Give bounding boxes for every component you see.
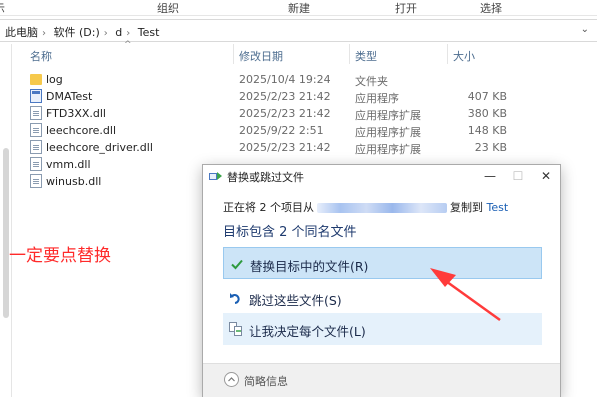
dialog-title: 替换或跳过文件 — [227, 171, 304, 184]
breadcrumb-this-pc[interactable]: 此电脑 — [5, 26, 38, 39]
column-header-type[interactable]: 类型 — [355, 48, 377, 64]
file-date: 2025/2/23 21:42 — [239, 90, 331, 103]
column-header-size[interactable]: 大小 — [453, 48, 475, 64]
skip-icon — [230, 293, 240, 304]
column-header-name[interactable]: 名称 — [30, 48, 52, 64]
skip-files-option[interactable]: 跳过这些文件(S) — [223, 282, 542, 314]
file-size: 380 KB — [467, 107, 507, 120]
file-type: 文件夹 — [355, 75, 388, 88]
dll-file-icon — [30, 106, 42, 120]
ribbon-group-open[interactable]: 打开 — [395, 0, 417, 16]
ribbon-group-new[interactable]: 新建 — [288, 0, 310, 16]
maximize-button[interactable]: ☐ — [504, 167, 532, 185]
dll-file-icon — [30, 174, 42, 188]
column-header-date[interactable]: 修改日期 — [239, 48, 283, 64]
ribbon-group-organize[interactable]: 组织 — [157, 0, 179, 16]
fewer-details-link[interactable]: 简略信息 — [244, 373, 288, 389]
dll-file-icon — [30, 157, 42, 171]
decide-each-file-option[interactable]: 让我决定每个文件(L) — [223, 313, 542, 345]
file-date: 2025/10/4 19:24 — [239, 73, 331, 86]
file-type: 应用程序扩展 — [355, 109, 421, 122]
file-size: 148 KB — [467, 124, 507, 137]
replace-files-option[interactable]: 替换目标中的文件(R) — [223, 247, 542, 279]
copy-progress-text: 正在将 2 个项目从 复制到 Test — [223, 199, 508, 215]
file-name: winusb.dll — [46, 175, 102, 188]
dll-file-icon — [30, 140, 42, 154]
breadcrumb: 此电脑 › 软件 (D:) › d › Test — [5, 24, 163, 40]
folder-icon — [30, 74, 42, 85]
sort-ascending-icon: ^ — [124, 40, 132, 50]
progress-prefix: 正在将 2 个项目从 — [223, 201, 314, 214]
file-size: 407 KB — [467, 90, 507, 103]
dll-file-icon — [30, 123, 42, 137]
file-date: 2025/2/23 21:42 — [239, 141, 331, 154]
close-button[interactable]: ✕ — [532, 167, 560, 185]
file-row[interactable]: log 2025/10/4 19:24 文件夹 — [28, 71, 588, 88]
navigation-scrollbar[interactable] — [3, 148, 9, 318]
chevron-right-icon[interactable]: › — [104, 28, 108, 39]
file-row[interactable]: DMATest 2025/2/23 21:42 应用程序 407 KB — [28, 88, 588, 105]
ribbon-fragment: 示 — [0, 0, 5, 16]
column-divider[interactable] — [349, 44, 350, 64]
file-name: leechcore.dll — [46, 124, 117, 137]
address-bar[interactable]: 此电脑 › 软件 (D:) › d › Test ⌄ — [0, 19, 597, 42]
file-row[interactable]: leechcore.dll 2025/9/22 2:51 应用程序扩展 148 … — [28, 122, 588, 139]
file-name: log — [46, 73, 63, 86]
collapse-details-icon[interactable] — [224, 372, 239, 387]
file-type: 应用程序 — [355, 92, 399, 105]
file-name: DMATest — [46, 90, 93, 103]
replace-option-label: 替换目标中的文件(R) — [250, 259, 369, 274]
file-name: vmm.dll — [46, 158, 91, 171]
dialog-title-bar[interactable]: 替换或跳过文件 — ☐ ✕ — [203, 165, 560, 187]
minimize-button[interactable]: — — [476, 167, 504, 185]
annotation-text: 一定要点替换 — [9, 246, 111, 266]
breadcrumb-folder-test[interactable]: Test — [138, 26, 160, 39]
application-icon — [30, 89, 42, 103]
breadcrumb-drive-d[interactable]: 软件 (D:) — [54, 26, 100, 39]
breadcrumb-folder-d[interactable]: d — [115, 26, 122, 39]
ribbon-group-select[interactable]: 选择 — [480, 0, 502, 16]
navigation-pane — [0, 44, 12, 397]
dialog-footer: 简略信息 — [203, 363, 560, 397]
redacted-source-path — [317, 203, 447, 213]
chevron-right-icon[interactable]: › — [42, 28, 46, 39]
screenshot: { "ribbon": { "labels": ["组织", "新建", "打开… — [0, 0, 597, 397]
chevron-down-icon[interactable]: ⌄ — [581, 24, 589, 35]
chevron-right-icon[interactable]: › — [126, 28, 130, 39]
destination-link[interactable]: Test — [487, 201, 509, 214]
decide-option-label: 让我决定每个文件(L) — [249, 324, 366, 339]
conflict-heading: 目标包含 2 个同名文件 — [223, 225, 357, 240]
file-row[interactable]: leechcore_driver.dll 2025/2/23 21:42 应用程… — [28, 139, 588, 156]
column-divider[interactable] — [233, 44, 234, 64]
column-divider[interactable] — [447, 44, 448, 64]
file-row[interactable]: FTD3XX.dll 2025/2/23 21:42 应用程序扩展 380 KB — [28, 105, 588, 122]
file-size: 23 KB — [474, 141, 507, 154]
replace-or-skip-dialog: 替换或跳过文件 — ☐ ✕ 正在将 2 个项目从 复制到 Test 目标包含 2 … — [202, 164, 561, 397]
progress-middle: 复制到 — [450, 201, 483, 214]
copy-files-icon — [209, 172, 222, 180]
file-type: 应用程序扩展 — [355, 143, 421, 156]
file-type: 应用程序扩展 — [355, 126, 421, 139]
file-date: 2025/2/23 21:42 — [239, 107, 331, 120]
file-name: FTD3XX.dll — [46, 107, 106, 120]
checkmark-icon — [231, 259, 243, 270]
file-date: 2025/9/22 2:51 — [239, 124, 324, 137]
compare-files-icon — [229, 322, 242, 336]
file-name: leechcore_driver.dll — [46, 141, 153, 154]
skip-option-label: 跳过这些文件(S) — [249, 293, 342, 308]
ribbon: 示 组织 新建 打开 选择 — [0, 0, 597, 16]
